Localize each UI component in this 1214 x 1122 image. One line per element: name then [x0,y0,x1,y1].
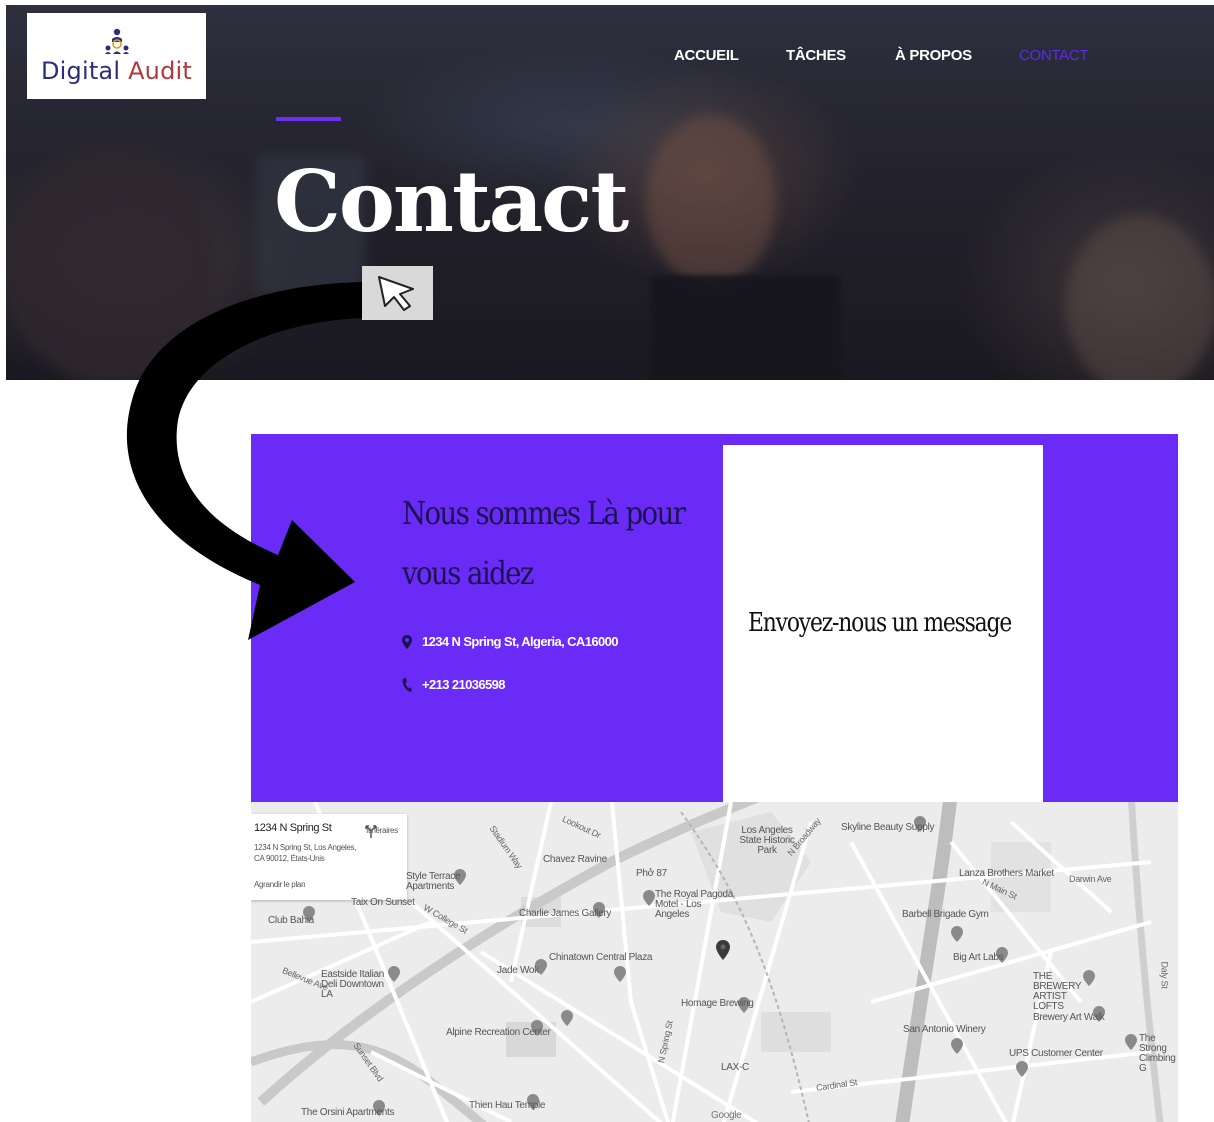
page-title: Contact [274,152,629,251]
nav-taches[interactable]: TÂCHES [786,47,846,64]
map-label: Darwin Ave [1069,874,1112,884]
contact-address-row: 1234 N Spring St, Algeria, CA16000 [402,634,618,649]
map-label: LAX-C [721,1062,749,1073]
contact-address: 1234 N Spring St, Algeria, CA16000 [422,634,618,649]
map-label: Chavez Ravine [543,854,607,865]
map-directions-button[interactable]: Itinéraires [365,824,399,838]
contact-heading-line2: vous aidez [402,554,534,592]
map-label: Taix On Sunset [351,897,415,908]
map-label: UPS Customer Center [1009,1048,1103,1059]
location-pin-icon [402,634,412,649]
poi-pin-icon[interactable] [951,926,963,942]
map-enlarge-link[interactable]: Agrandir le plan [254,880,306,889]
map-label: The Orsini Apartments [301,1107,395,1118]
map-label: Daly St [1159,961,1170,989]
nav-accueil[interactable]: ACCUEIL [674,47,739,64]
google-map[interactable]: 1234 N Spring St 1234 N Spring St, Los A… [251,802,1178,1122]
mouse-pointer-icon [377,276,414,311]
map-label: Brewery Art Walk [1033,1012,1105,1023]
map-label: Big Art Labs [953,952,1004,963]
map-label: Jade Wok [497,965,539,976]
poi-pin-icon[interactable] [643,890,655,906]
contact-phone-row: +213 21036598 [402,677,506,692]
poi-pin-icon[interactable] [951,1038,963,1054]
poi-pin-icon[interactable] [1125,1034,1137,1050]
map-label: Alpine Recreation Center [446,1027,551,1038]
map-info-title: 1234 N Spring St [254,822,332,834]
map-label: The Strong Climbing G [1139,1033,1176,1074]
nav-contact[interactable]: CONTACT [1019,47,1089,64]
map-label: THE BREWERY ARTIST LOFTS [1033,971,1082,1012]
map-label: Lanza Brothers Market [959,868,1054,879]
map-label: The Royal Pagoda Motel - Los Angeles [655,889,734,920]
directions-icon [365,825,377,838]
nav-a-propos[interactable]: À PROPOS [895,47,972,64]
poi-pin-icon[interactable] [561,1010,573,1026]
google-watermark: Google [711,1110,742,1121]
main-nav: ACCUEIL TÂCHES À PROPOS CONTACT [0,47,1214,67]
map-label: Barbell Brigade Gym [902,909,989,920]
map-info-address: 1234 N Spring St, Los Angeles, CA 90012,… [254,843,357,863]
poi-pin-icon[interactable] [1016,1061,1028,1077]
map-label: Phở 87 [636,868,667,879]
map-label: Club Bahia [268,915,314,926]
contact-phone[interactable]: +213 21036598 [422,677,506,692]
map-label: Skyline Beauty Supply [841,822,935,833]
map-label: Chinatown Central Plaza [549,952,653,963]
map-label: San Antonio Winery [903,1024,986,1035]
map-location-pin-icon[interactable] [716,940,730,960]
map-label: Thien Hau Temple [469,1100,546,1111]
contact-heading: Nous sommes Là pour vous aidez [402,483,686,603]
map-label: Homage Brewing [681,998,754,1009]
map-label: Style Terrace Apartments [406,871,461,892]
poi-pin-icon[interactable] [614,966,626,982]
map-label: Charlie James Gallery [519,908,612,919]
hero-accent-rule [276,117,341,121]
map-label: Eastside Italian Deli Downtown LA [321,969,385,1000]
map-info-card: 1234 N Spring St 1234 N Spring St, Los A… [251,814,407,900]
message-card-title: Envoyez-nous un message [748,608,1012,638]
contact-heading-line1: Nous sommes Là pour [402,494,686,532]
phone-icon [402,677,412,692]
cursor-highlight [362,266,433,320]
